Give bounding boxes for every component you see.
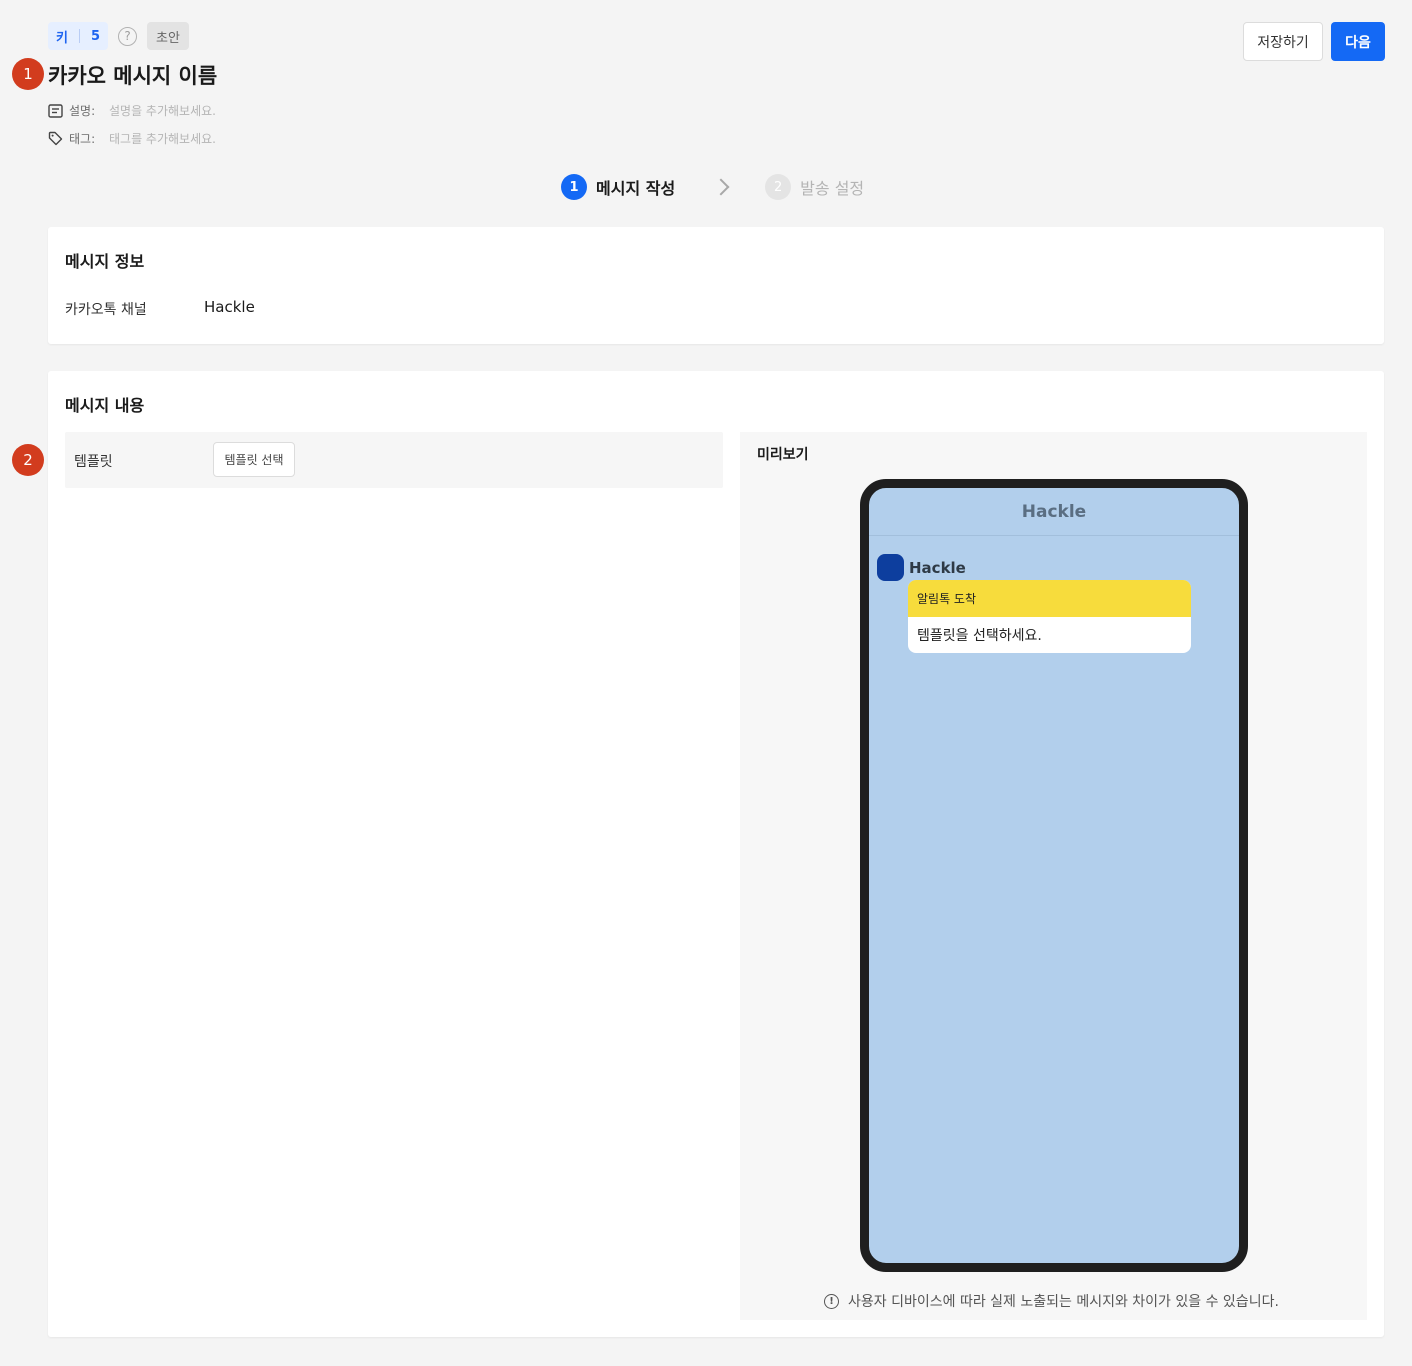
template-label: 템플릿 <box>74 454 113 470</box>
sender-name: Hackle <box>909 558 966 577</box>
note-icon <box>48 103 63 118</box>
description-placeholder[interactable]: 설명을 추가해보세요. <box>109 102 216 119</box>
save-button[interactable]: 저장하기 <box>1243 22 1323 61</box>
status-badge: 초안 <box>147 22 189 50</box>
phone-frame: Hackle Hackle 알림톡 도착 템플릿을 선택하세요. <box>860 479 1248 1272</box>
message-content-title: 메시지 내용 <box>65 396 145 415</box>
annotation-marker-2: 2 <box>12 444 44 476</box>
header-chips: 키 5 ? 초안 <box>48 22 189 50</box>
message-bubble: 알림톡 도착 템플릿을 선택하세요. <box>908 580 1191 653</box>
key-divider <box>78 29 80 43</box>
message-sender: Hackle <box>877 554 966 581</box>
annotation-marker-1: 1 <box>12 58 44 90</box>
key-label: 키 <box>56 30 68 46</box>
tags-row[interactable]: 태그: 태그를 추가해보세요. <box>48 130 216 147</box>
chat-header: Hackle <box>869 488 1239 536</box>
preview-notice: ! 사용자 디바이스에 따라 실제 노출되는 메시지와 차이가 있을 수 있습니… <box>824 1291 1279 1311</box>
channel-label: 카카오톡 채널 <box>65 302 147 318</box>
tags-label: 태그: <box>69 132 96 146</box>
message-info-card: 메시지 정보 카카오톡 채널 Hackle <box>48 227 1384 344</box>
key-chip: 키 5 <box>48 22 109 50</box>
stepper: 1 메시지 작성 2 발송 설정 <box>561 174 864 200</box>
avatar <box>877 554 904 581</box>
step-number: 1 <box>561 174 587 200</box>
step-number: 2 <box>765 174 792 200</box>
next-button[interactable]: 다음 <box>1331 22 1385 61</box>
help-icon[interactable]: ? <box>118 26 138 46</box>
description-row[interactable]: 설명: 설명을 추가해보세요. <box>48 102 216 119</box>
template-row: 템플릿 템플릿 선택 <box>65 432 723 488</box>
notice-text: 사용자 디바이스에 따라 실제 노출되는 메시지와 차이가 있을 수 있습니다. <box>848 1294 1279 1310</box>
select-template-button[interactable]: 템플릿 선택 <box>213 442 295 477</box>
step-compose[interactable]: 1 메시지 작성 <box>561 174 675 200</box>
message-info-title: 메시지 정보 <box>65 252 145 271</box>
step-label: 메시지 작성 <box>596 179 676 198</box>
channel-value: Hackle <box>204 298 255 316</box>
tags-placeholder[interactable]: 태그를 추가해보세요. <box>109 130 216 147</box>
bubble-header: 알림톡 도착 <box>908 580 1191 617</box>
bubble-body: 템플릿을 선택하세요. <box>917 628 1042 644</box>
step-label: 발송 설정 <box>800 179 865 198</box>
step-send-settings[interactable]: 2 발송 설정 <box>765 174 864 200</box>
chevron-right-icon <box>712 178 730 196</box>
key-value: 5 <box>90 28 101 44</box>
tag-icon <box>48 131 63 146</box>
preview-title: 미리보기 <box>757 447 809 463</box>
preview-panel: 미리보기 Hackle Hackle 알림톡 도착 템플릿을 선택하세요. ! … <box>740 432 1367 1320</box>
message-content-card: 메시지 내용 템플릿 템플릿 선택 미리보기 Hackle Hackle 알림톡… <box>48 371 1384 1337</box>
description-label: 설명: <box>69 104 96 118</box>
info-icon: ! <box>824 1293 839 1309</box>
page-title[interactable]: 카카오 메시지 이름 <box>48 60 217 90</box>
